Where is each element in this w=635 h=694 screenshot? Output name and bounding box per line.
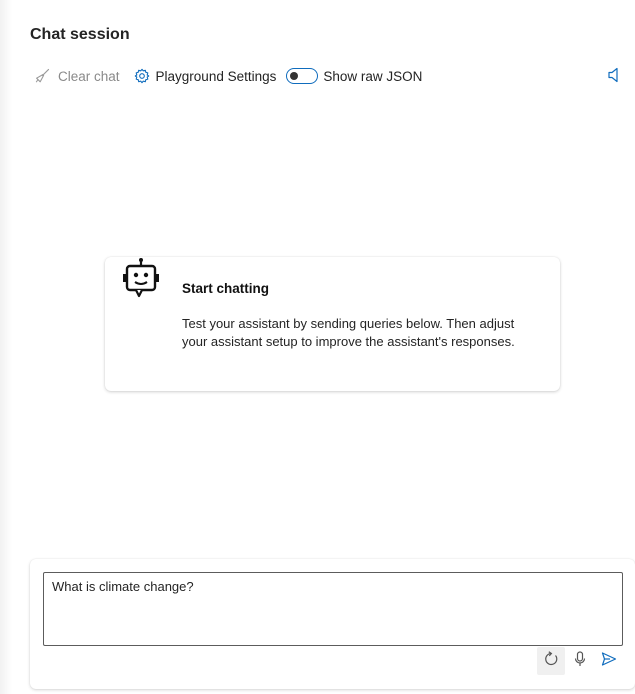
- raw-json-label: Show raw JSON: [323, 68, 423, 84]
- send-button[interactable]: [595, 647, 623, 675]
- toggle-knob: [290, 72, 299, 80]
- panel-divider: [0, 0, 12, 694]
- gear-icon: [134, 68, 150, 84]
- composer-actions: [536, 647, 623, 675]
- refresh-icon: [543, 650, 559, 672]
- chat-session-panel: Chat session Clear chat Playground Setti…: [0, 0, 635, 694]
- clear-chat-button[interactable]: Clear chat: [34, 68, 120, 84]
- speaker-icon: [607, 67, 621, 86]
- clear-chat-label: Clear chat: [58, 68, 120, 84]
- chat-input[interactable]: What is climate change?: [43, 572, 623, 646]
- refresh-button[interactable]: [537, 647, 565, 675]
- microphone-icon: [573, 650, 587, 672]
- chatbot-icon: [121, 257, 161, 306]
- message-composer: What is climate change?: [30, 559, 635, 689]
- raw-json-toggle-group: Show raw JSON: [286, 68, 422, 84]
- card-title: Start chatting: [182, 281, 270, 296]
- start-chatting-card: Start chatting Test your assistant by se…: [105, 257, 560, 391]
- chat-toolbar: Clear chat Playground Settings Show raw …: [34, 66, 621, 86]
- broom-icon: [34, 68, 50, 84]
- playground-settings-button[interactable]: Playground Settings: [134, 68, 277, 84]
- card-description: Test your assistant by sending queries b…: [182, 316, 515, 349]
- speaker-button[interactable]: [607, 67, 621, 86]
- raw-json-toggle[interactable]: [286, 68, 319, 84]
- page-title: Chat session: [30, 26, 130, 43]
- playground-settings-label: Playground Settings: [155, 68, 277, 84]
- microphone-button[interactable]: [566, 647, 594, 675]
- send-icon: [601, 651, 617, 672]
